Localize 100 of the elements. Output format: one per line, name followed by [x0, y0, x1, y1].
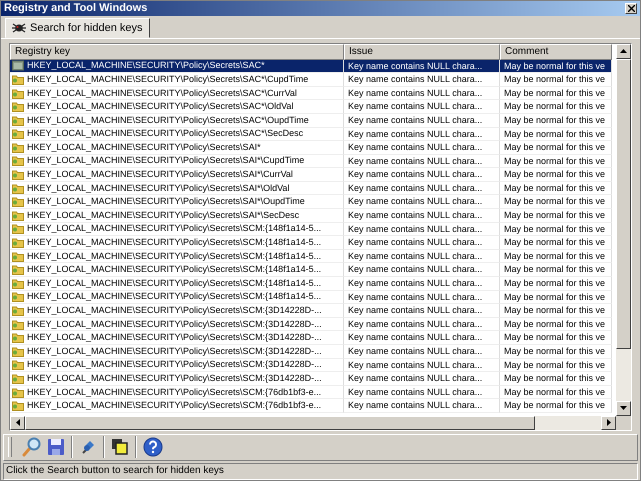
- table-cell: May be normal for this ve: [500, 304, 612, 318]
- folder-icon: [12, 346, 24, 357]
- help-icon: [143, 437, 163, 458]
- table-cell: Key name contains NULL chara...: [344, 290, 500, 304]
- folder-icon: [12, 237, 24, 248]
- folder-icon: [12, 210, 24, 221]
- table-cell: HKEY_LOCAL_MACHINE\SECURITY\Policy\Secrets\SCM:{148f1a14-5...: [27, 236, 322, 249]
- folder-icon: [12, 155, 24, 166]
- table-cell: May be normal for this ve: [500, 195, 612, 210]
- folder-icon: [12, 101, 24, 112]
- table-row[interactable]: HKEY_LOCAL_MACHINE\SECURITY\Policy\Secrets\SAI*\SecDesc Key name contains NULL chara... May be normal for this ve: [10, 209, 616, 223]
- close-icon: [628, 4, 634, 12]
- table-cell: May be normal for this ve: [500, 318, 612, 332]
- table-row[interactable]: HKEY_LOCAL_MACHINE\SECURITY\Policy\Secrets\SAI*\OldVal Key name contains NULL chara... May be normal for this ve: [10, 182, 616, 196]
- table-cell: May be normal for this ve: [500, 86, 612, 100]
- table-cell: Key name contains NULL chara...: [344, 277, 500, 291]
- folder-icon: [12, 372, 24, 384]
- table-cell: May be normal for this ve: [500, 277, 612, 291]
- table-cell: May be normal for this ve: [500, 114, 612, 128]
- table-row[interactable]: HKEY_LOCAL_MACHINE\SECURITY\Policy\Secrets\SCM:{3D14228D-... Key name contains NULL chara... May be normal for this ve: [10, 345, 616, 359]
- table-cell: Key name contains NULL chara...: [344, 358, 500, 372]
- table-cell: Key name contains NULL chara...: [344, 304, 500, 318]
- table-row[interactable]: HKEY_LOCAL_MACHINE\SECURITY\Policy\Secrets\SCM:{148f1a14-5... Key name contains NULL chara... May be normal for this ve: [10, 222, 616, 236]
- table-cell: HKEY_LOCAL_MACHINE\SECURITY\Policy\Secrets\SCM:{3D14228D-...: [27, 358, 322, 372]
- folder-icon: [12, 196, 24, 208]
- table-cell: Key name contains NULL chara...: [344, 73, 500, 87]
- up-arrow-icon: [620, 49, 627, 54]
- table-cell: Key name contains NULL chara...: [344, 141, 500, 155]
- table-cell: HKEY_LOCAL_MACHINE\SECURITY\Policy\Secrets\SAI*\SecDesc: [27, 209, 300, 222]
- table-cell: Key name contains NULL chara...: [344, 168, 500, 182]
- table-row[interactable]: HKEY_LOCAL_MACHINE\SECURITY\Policy\Secrets\SCM:{3D14228D-... Key name contains NULL chara... May be normal for this ve: [10, 358, 616, 372]
- table-row[interactable]: HKEY_LOCAL_MACHINE\SECURITY\Policy\Secrets\SAC*\SecDesc Key name contains NULL chara... May be normal for this ve: [10, 128, 616, 142]
- vertical-scrollbar[interactable]: [616, 44, 631, 416]
- table-cell: Key name contains NULL chara...: [344, 372, 500, 386]
- folder-icon: [12, 114, 24, 126]
- folder-icon: [12, 223, 24, 234]
- table-cell: May be normal for this ve: [500, 73, 612, 87]
- table-cell: HKEY_LOCAL_MACHINE\SECURITY\Policy\Secrets\SCM:{148f1a14-5...: [27, 277, 322, 290]
- table-row[interactable]: HKEY_LOCAL_MACHINE\SECURITY\Policy\Secrets\SCM:{3D14228D-... Key name contains NULL chara... May be normal for this ve: [10, 331, 616, 345]
- table-row[interactable]: HKEY_LOCAL_MACHINE\SECURITY\Policy\Secrets\SAC*\OldVal Key name contains NULL chara... May be normal for this ve: [10, 100, 616, 114]
- table-row[interactable]: HKEY_LOCAL_MACHINE\SECURITY\Policy\Secrets\SCM:{3D14228D-... Key name contains NULL chara... May be normal for this ve: [10, 372, 616, 386]
- table-row[interactable]: HKEY_LOCAL_MACHINE\SECURITY\Policy\Secrets\SCM:{76db1bf3-e... Key name contains NULL chara... May be normal for this ve: [10, 399, 616, 413]
- table-cell: Key name contains NULL chara...: [344, 128, 500, 142]
- table-cell: May be normal for this ve: [500, 331, 612, 345]
- close-button[interactable]: [625, 2, 637, 14]
- table-row[interactable]: HKEY_LOCAL_MACHINE\SECURITY\Policy\Secrets\SAI*\OupdTime Key name contains NULL chara... May be normal for this ve: [10, 195, 616, 210]
- table-row[interactable]: HKEY_LOCAL_MACHINE\SECURITY\Policy\Secrets\SAC*\OupdTime Key name contains NULL chara... May be normal for this ve: [10, 114, 616, 128]
- table-row[interactable]: HKEY_LOCAL_MACHINE\SECURITY\Policy\Secrets\SCM:{76db1bf3-e... Key name contains NULL chara... May be normal for this ve: [10, 386, 616, 400]
- table-row[interactable]: HKEY_LOCAL_MACHINE\SECURITY\Policy\Secrets\SAI* Key name contains NULL chara... May be normal for this ve: [10, 141, 616, 155]
- table-cell: May be normal for this ve: [500, 128, 612, 142]
- table-cell: May be normal for this ve: [500, 141, 612, 155]
- save-icon: [47, 438, 65, 456]
- folder-icon: [12, 291, 24, 302]
- folder-icon: [12, 128, 24, 140]
- horizontal-scrollbar[interactable]: [10, 416, 631, 430]
- table-row[interactable]: HKEY_LOCAL_MACHINE\SECURITY\Policy\Secrets\SAI*\CurrVal Key name contains NULL chara... May be normal for this ve: [10, 168, 616, 182]
- table-row[interactable]: HKEY_LOCAL_MACHINE\SECURITY\Policy\Secrets\SCM:{3D14228D-... Key name contains NULL chara... May be normal for this ve: [10, 304, 616, 318]
- table-cell: Key name contains NULL chara...: [344, 250, 500, 264]
- table-cell: HKEY_LOCAL_MACHINE\SECURITY\Policy\Secrets\SCM:{148f1a14-5...: [27, 250, 322, 262]
- scrollbar-thumb[interactable]: [616, 58, 631, 349]
- table-row[interactable]: HKEY_LOCAL_MACHINE\SECURITY\Policy\Secrets\SCM:{148f1a14-5... Key name contains NULL chara... May be normal for this ve: [10, 263, 616, 278]
- table-row[interactable]: HKEY_LOCAL_MACHINE\SECURITY\Policy\Secrets\SCM:{3D14228D-... Key name contains NULL chara... May be normal for this ve: [10, 318, 616, 332]
- table-cell: HKEY_LOCAL_MACHINE\SECURITY\Policy\Secrets\SAC*\CurrVal: [27, 86, 297, 100]
- folder-icon: [12, 142, 24, 153]
- table-cell: Key name contains NULL chara...: [344, 86, 500, 100]
- table-row[interactable]: HKEY_LOCAL_MACHINE\SECURITY\Policy\Secrets\SCM:{148f1a14-5... Key name contains NULL chara... May be normal for this ve: [10, 250, 616, 264]
- down-arrow-icon: [620, 406, 627, 410]
- scrollbar-thumb[interactable]: [25, 416, 535, 430]
- scrollbar-corner: [616, 416, 631, 430]
- column-header[interactable]: Issue: [344, 44, 500, 60]
- table-cell: HKEY_LOCAL_MACHINE\SECURITY\Policy\Secrets\SAC*\OupdTime: [27, 114, 309, 127]
- table-row[interactable]: HKEY_LOCAL_MACHINE\SECURITY\Policy\Secrets\SAC*\CupdTime Key name contains NULL chara... May be normal for this ve: [10, 73, 616, 87]
- table-cell: Key name contains NULL chara...: [344, 222, 500, 236]
- overlapping-windows-icon: [111, 438, 129, 456]
- table-cell: May be normal for this ve: [500, 60, 612, 74]
- table-cell: Key name contains NULL chara...: [344, 263, 500, 278]
- table-cell: HKEY_LOCAL_MACHINE\SECURITY\Policy\Secrets\SCM:{148f1a14-5...: [27, 222, 322, 236]
- table-cell: May be normal for this ve: [500, 222, 612, 236]
- table-cell: Key name contains NULL chara...: [344, 318, 500, 332]
- column-header[interactable]: Registry key: [10, 44, 344, 60]
- column-header[interactable]: Comment: [500, 44, 612, 60]
- table-cell: HKEY_LOCAL_MACHINE\SECURITY\Policy\Secrets\SCM:{3D14228D-...: [27, 331, 322, 344]
- table-cell: HKEY_LOCAL_MACHINE\SECURITY\Policy\Secrets\SAC*\SecDesc: [27, 128, 304, 140]
- toolbar-button[interactable]: [142, 436, 164, 458]
- table-cell: May be normal for this ve: [500, 372, 612, 386]
- table-row[interactable]: HKEY_LOCAL_MACHINE\SECURITY\Policy\Secrets\SAC*\CurrVal Key name contains NULL chara... May be normal for this ve: [10, 86, 616, 100]
- folder-icon: [12, 88, 24, 99]
- table-cell: May be normal for this ve: [500, 358, 612, 372]
- table-row[interactable]: HKEY_LOCAL_MACHINE\SECURITY\Policy\Secrets\SCM:{148f1a14-5... Key name contains NULL chara... May be normal for this ve: [10, 290, 616, 304]
- table-cell: May be normal for this ve: [500, 345, 612, 359]
- folder-icon: [12, 332, 24, 344]
- table-row[interactable]: HKEY_LOCAL_MACHINE\SECURITY\Policy\Secrets\SCM:{148f1a14-5... Key name contains NULL chara... May be normal for this ve: [10, 277, 616, 291]
- table-row[interactable]: HKEY_LOCAL_MACHINE\SECURITY\Policy\Secrets\SCM:{148f1a14-5... Key name contains NULL chara... May be normal for this ve: [10, 236, 616, 250]
- table-row[interactable]: HKEY_LOCAL_MACHINE\SECURITY\Policy\Secrets\SAI*\CupdTime Key name contains NULL chara... May be normal for this ve: [10, 154, 616, 168]
- table-cell: HKEY_LOCAL_MACHINE\SECURITY\Policy\Secrets\SCM:{3D14228D-...: [27, 318, 322, 330]
- tab[interactable]: Search for hidden keys: [5, 18, 150, 38]
- toolbar-button[interactable]: [110, 437, 130, 458]
- table-cell: Key name contains NULL chara...: [344, 60, 500, 74]
- folder-icon: [12, 169, 24, 180]
- table-cell: HKEY_LOCAL_MACHINE\SECURITY\Policy\Secrets\SCM:{3D14228D-...: [27, 304, 322, 317]
